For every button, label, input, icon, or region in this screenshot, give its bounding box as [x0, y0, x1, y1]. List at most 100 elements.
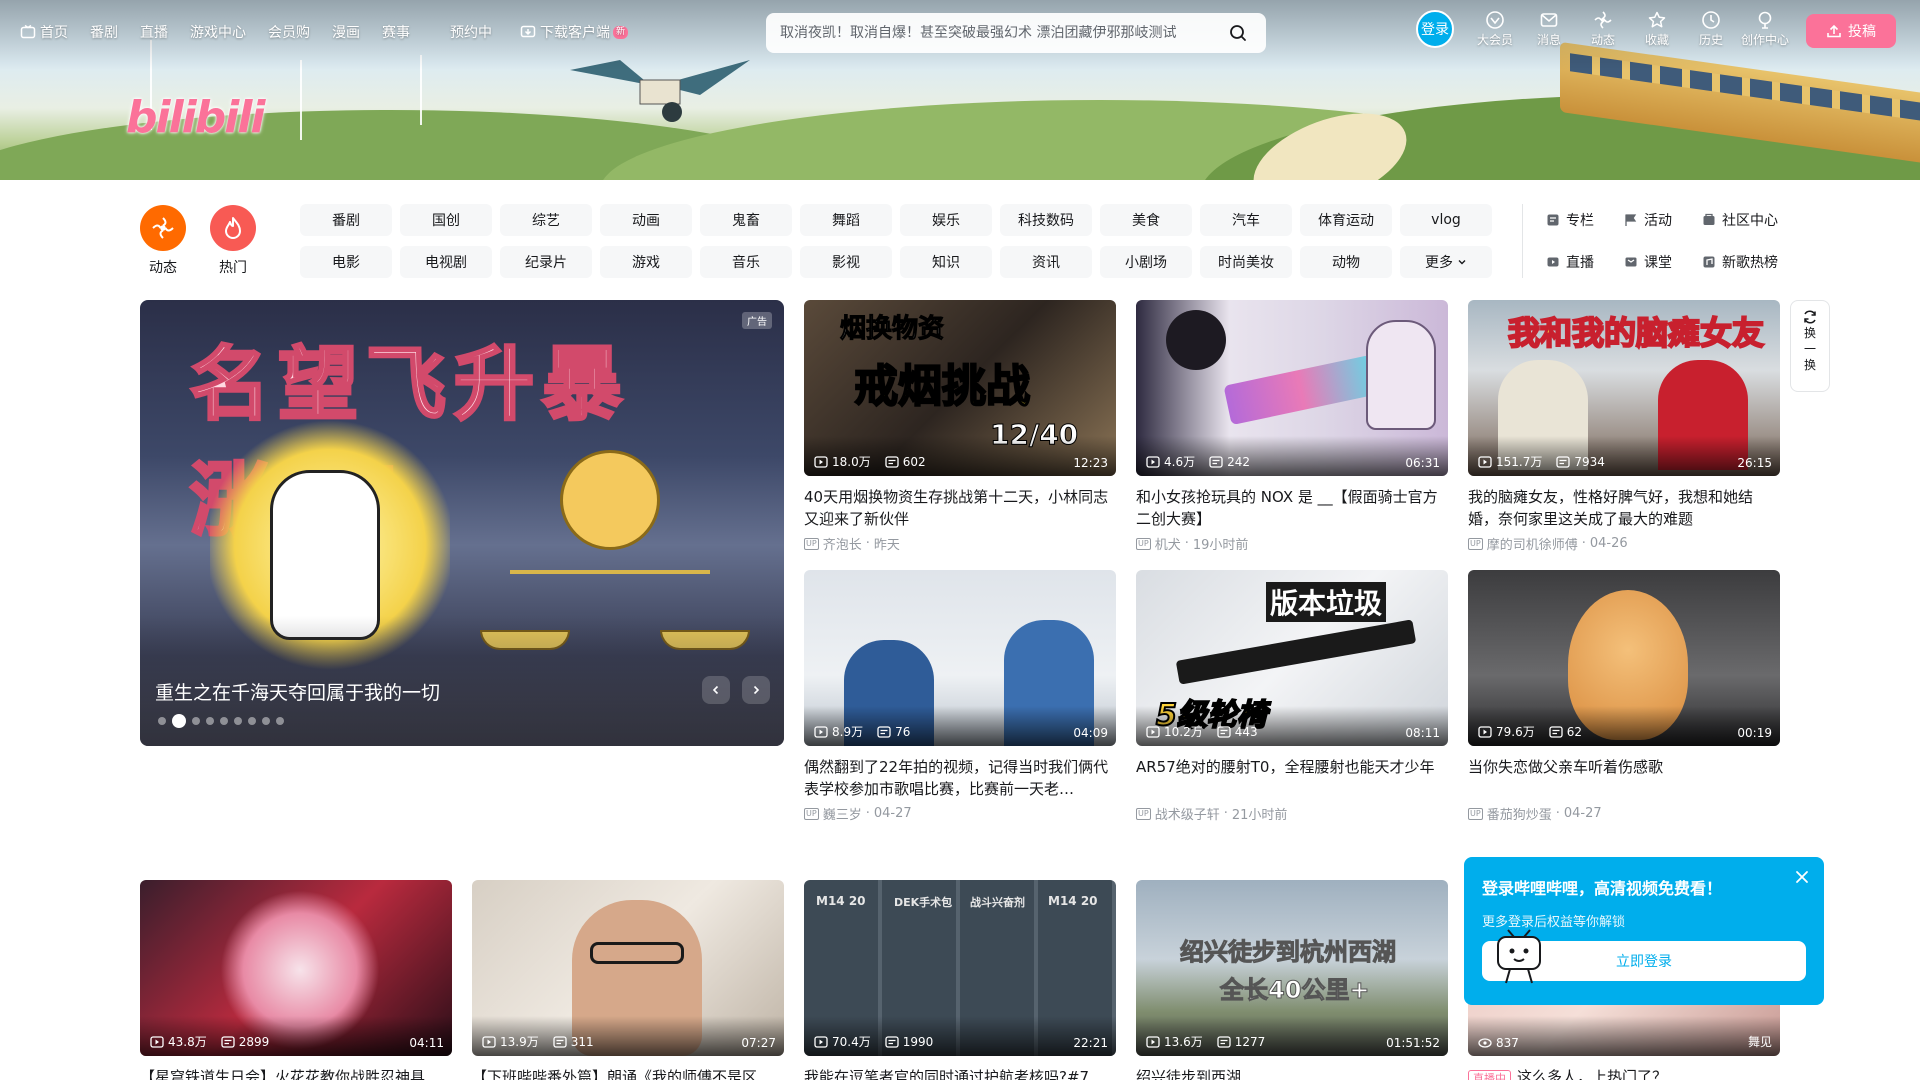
channel-tag[interactable]: 舞蹈 [800, 204, 892, 236]
channel-tag[interactable]: 科技数码 [1000, 204, 1092, 236]
side-link-activity[interactable]: 活动 [1624, 204, 1702, 236]
video-owner[interactable]: UP 巍三岁 · 04-27 [804, 804, 1116, 823]
video-card[interactable]: 4.6万 242 06:31 和小女孩抢玩具的 NOX 是 __【假面骑士官方二… [1136, 300, 1448, 553]
refresh-button[interactable]: 换 一 换 [1790, 300, 1830, 392]
side-link-classroom[interactable]: 课堂 [1624, 246, 1702, 278]
message-entry[interactable]: 消息 [1522, 10, 1576, 48]
nav-item-live[interactable]: 直播 [140, 22, 168, 42]
carousel-caption[interactable]: 重生之在千海天夺回属于我的一切 [155, 678, 440, 705]
video-card[interactable]: 79.6万 62 00:19 当你失恋做父亲车听着伤感歌 UP 番茄狗炒蛋 · 04-… [1468, 570, 1780, 823]
channel-tag[interactable]: 动物 [1300, 246, 1392, 278]
channel-tag[interactable]: 鬼畜 [700, 204, 792, 236]
video-card[interactable]: M14 20 DEK手术包 战斗兴奋剂 M14 20 70.4万 1990 22… [804, 880, 1116, 1080]
channel-tag[interactable]: 小剧场 [1100, 246, 1192, 278]
channel-tag[interactable]: 影视 [800, 246, 892, 278]
video-owner[interactable]: UP 摩的司机徐师傅 · 04-26 [1468, 534, 1780, 553]
video-owner[interactable]: UP 机犬 · 19小时前 [1136, 534, 1448, 553]
nav-item-home[interactable]: 首页 [20, 22, 68, 42]
video-title[interactable]: 当你失恋做父亲车听着伤感歌 [1468, 756, 1780, 800]
side-link-community[interactable]: 社区中心 [1702, 204, 1810, 236]
video-card[interactable]: 43.8万 2899 04:11 【星穹铁道生日会】火花花教你战胜忍神具 [140, 880, 452, 1080]
nav-item-esports[interactable]: 赛事 [382, 22, 410, 42]
video-owner[interactable]: UP 齐泡长 · 昨天 [804, 534, 1116, 553]
video-title[interactable]: 和小女孩抢玩具的 NOX 是 __【假面骑士官方二创大赛】 [1136, 486, 1448, 530]
video-owner[interactable]: UP 战术级子轩 · 21小时前 [1136, 804, 1448, 823]
channel-tag[interactable]: 音乐 [700, 246, 792, 278]
upload-button[interactable]: 投稿 [1806, 14, 1896, 48]
nav-item-game-center[interactable]: 游戏中心 [190, 22, 246, 42]
creator-center-entry[interactable]: 创作中心 [1738, 10, 1792, 48]
channel-tag[interactable]: 综艺 [500, 204, 592, 236]
channel-tag[interactable]: 电视剧 [400, 246, 492, 278]
side-link-live[interactable]: 直播 [1546, 246, 1624, 278]
nav-item-manga[interactable]: 漫画 [332, 22, 360, 42]
video-card[interactable]: 13.9万 311 07:27 【下班哔哔番外篇】朗诵《我的师傅不是区 [472, 880, 784, 1080]
video-card[interactable]: 我和我的脑瘫女友 151.7万 7934 26:15 我的脑瘫女友，性格好脾气好… [1468, 300, 1780, 553]
nav-item-download-client[interactable]: 下载客户端 新 [520, 22, 629, 42]
carousel-dot[interactable] [248, 717, 256, 725]
video-card[interactable]: 绍兴徒步到杭州西湖 全长40公里+ 13.6万 1277 01:51:52 绍兴… [1136, 880, 1448, 1080]
channel-tag[interactable]: 电影 [300, 246, 392, 278]
nav-item-member-shop[interactable]: 会员购 [268, 22, 310, 42]
channel-tag[interactable]: 体育运动 [1300, 204, 1392, 236]
channel-tag[interactable]: 资讯 [1000, 246, 1092, 278]
channel-tag[interactable]: vlog [1400, 204, 1492, 236]
nav-item-reservation[interactable]: 预约中 [450, 22, 492, 42]
carousel-dot[interactable] [276, 717, 284, 725]
side-link-column[interactable]: 专栏 [1546, 204, 1624, 236]
video-card[interactable]: 版本垃圾 5级轮椅 10.2万 443 08:11 AR57绝对的腰射T0，全程… [1136, 570, 1448, 823]
login-popup-close-button[interactable] [1792, 867, 1812, 887]
carousel-dot[interactable] [262, 717, 270, 725]
carousel-next-button[interactable] [742, 676, 770, 704]
video-title[interactable]: 【星穹铁道生日会】火花花教你战胜忍神具 [140, 1066, 452, 1080]
carousel-dot[interactable] [172, 714, 186, 728]
side-link-music-chart[interactable]: 新歌热榜 [1702, 246, 1810, 278]
video-title[interactable]: 我能在逗笔者官的同时通过护航考核吗?#7 [804, 1066, 1116, 1080]
history-entry[interactable]: 历史 [1684, 10, 1738, 48]
video-thumbnail[interactable]: 43.8万 2899 04:11 [140, 880, 452, 1056]
channel-dynamic[interactable]: 动态 [140, 205, 186, 277]
channel-tag[interactable]: 国创 [400, 204, 492, 236]
carousel-dot[interactable] [234, 717, 242, 725]
video-thumbnail[interactable]: 版本垃圾 5级轮椅 10.2万 443 08:11 [1136, 570, 1448, 746]
login-avatar-button[interactable]: 登录 [1416, 10, 1454, 48]
search-button[interactable] [1222, 17, 1254, 49]
video-thumbnail[interactable]: 8.9万 76 04:09 [804, 570, 1116, 746]
carousel-dot[interactable] [158, 717, 166, 725]
channel-tag[interactable]: 知识 [900, 246, 992, 278]
video-card[interactable]: 8.9万 76 04:09 偶然翻到了22年拍的视频，记得当时我们俩代表学校参加… [804, 570, 1116, 823]
channel-more-button[interactable]: 更多 [1400, 246, 1492, 278]
channel-tag[interactable]: 娱乐 [900, 204, 992, 236]
video-thumbnail[interactable]: 79.6万 62 00:19 [1468, 570, 1780, 746]
video-title[interactable]: 【下班哔哔番外篇】朗诵《我的师傅不是区 [472, 1066, 784, 1080]
video-thumbnail[interactable]: 绍兴徒步到杭州西湖 全长40公里+ 13.6万 1277 01:51:52 [1136, 880, 1448, 1056]
video-title[interactable]: AR57绝对的腰射T0，全程腰射也能天才少年 [1136, 756, 1448, 800]
banner-carousel[interactable]: 名望飞升暴涨！！ 广告 重生之在千海天夺回属于我的一切 [140, 300, 784, 746]
search-input[interactable] [780, 25, 1222, 41]
video-thumbnail[interactable]: 4.6万 242 06:31 [1136, 300, 1448, 476]
vip-entry[interactable]: 大会员 [1468, 10, 1522, 48]
video-title[interactable]: 40天用烟换物资生存挑战第十二天，小林同志又迎来了新伙伴 [804, 486, 1116, 530]
channel-hot[interactable]: 热门 [210, 205, 256, 277]
channel-tag[interactable]: 游戏 [600, 246, 692, 278]
video-thumbnail[interactable]: 我和我的脑瘫女友 151.7万 7934 26:15 [1468, 300, 1780, 476]
bilibili-logo[interactable]: bilibili [126, 92, 265, 143]
video-thumbnail[interactable]: 烟换物资 戒烟挑战 12/40 18.0万 602 12:23 [804, 300, 1116, 476]
video-title[interactable]: 我的脑瘫女友，性格好脾气好，我想和她结婚，奈何家里这关成了最大的难题 [1468, 486, 1780, 530]
video-card[interactable]: 烟换物资 戒烟挑战 12/40 18.0万 602 12:23 40天用烟换物资… [804, 300, 1116, 553]
favorite-entry[interactable]: 收藏 [1630, 10, 1684, 48]
video-title[interactable]: 直播中 这么多人，上热门了？ [1468, 1066, 1780, 1080]
carousel-dot[interactable] [206, 717, 214, 725]
carousel-prev-button[interactable] [702, 676, 730, 704]
channel-tag[interactable]: 动画 [600, 204, 692, 236]
video-owner[interactable]: UP 番茄狗炒蛋 · 04-27 [1468, 804, 1780, 823]
channel-tag[interactable]: 番剧 [300, 204, 392, 236]
dynamic-entry[interactable]: 动态 [1576, 10, 1630, 48]
carousel-dot[interactable] [192, 717, 200, 725]
channel-tag[interactable]: 纪录片 [500, 246, 592, 278]
channel-tag[interactable]: 汽车 [1200, 204, 1292, 236]
video-thumbnail[interactable]: 13.9万 311 07:27 [472, 880, 784, 1056]
channel-tag[interactable]: 时尚美妆 [1200, 246, 1292, 278]
video-thumbnail[interactable]: M14 20 DEK手术包 战斗兴奋剂 M14 20 70.4万 1990 22… [804, 880, 1116, 1056]
nav-item-anime[interactable]: 番剧 [90, 22, 118, 42]
